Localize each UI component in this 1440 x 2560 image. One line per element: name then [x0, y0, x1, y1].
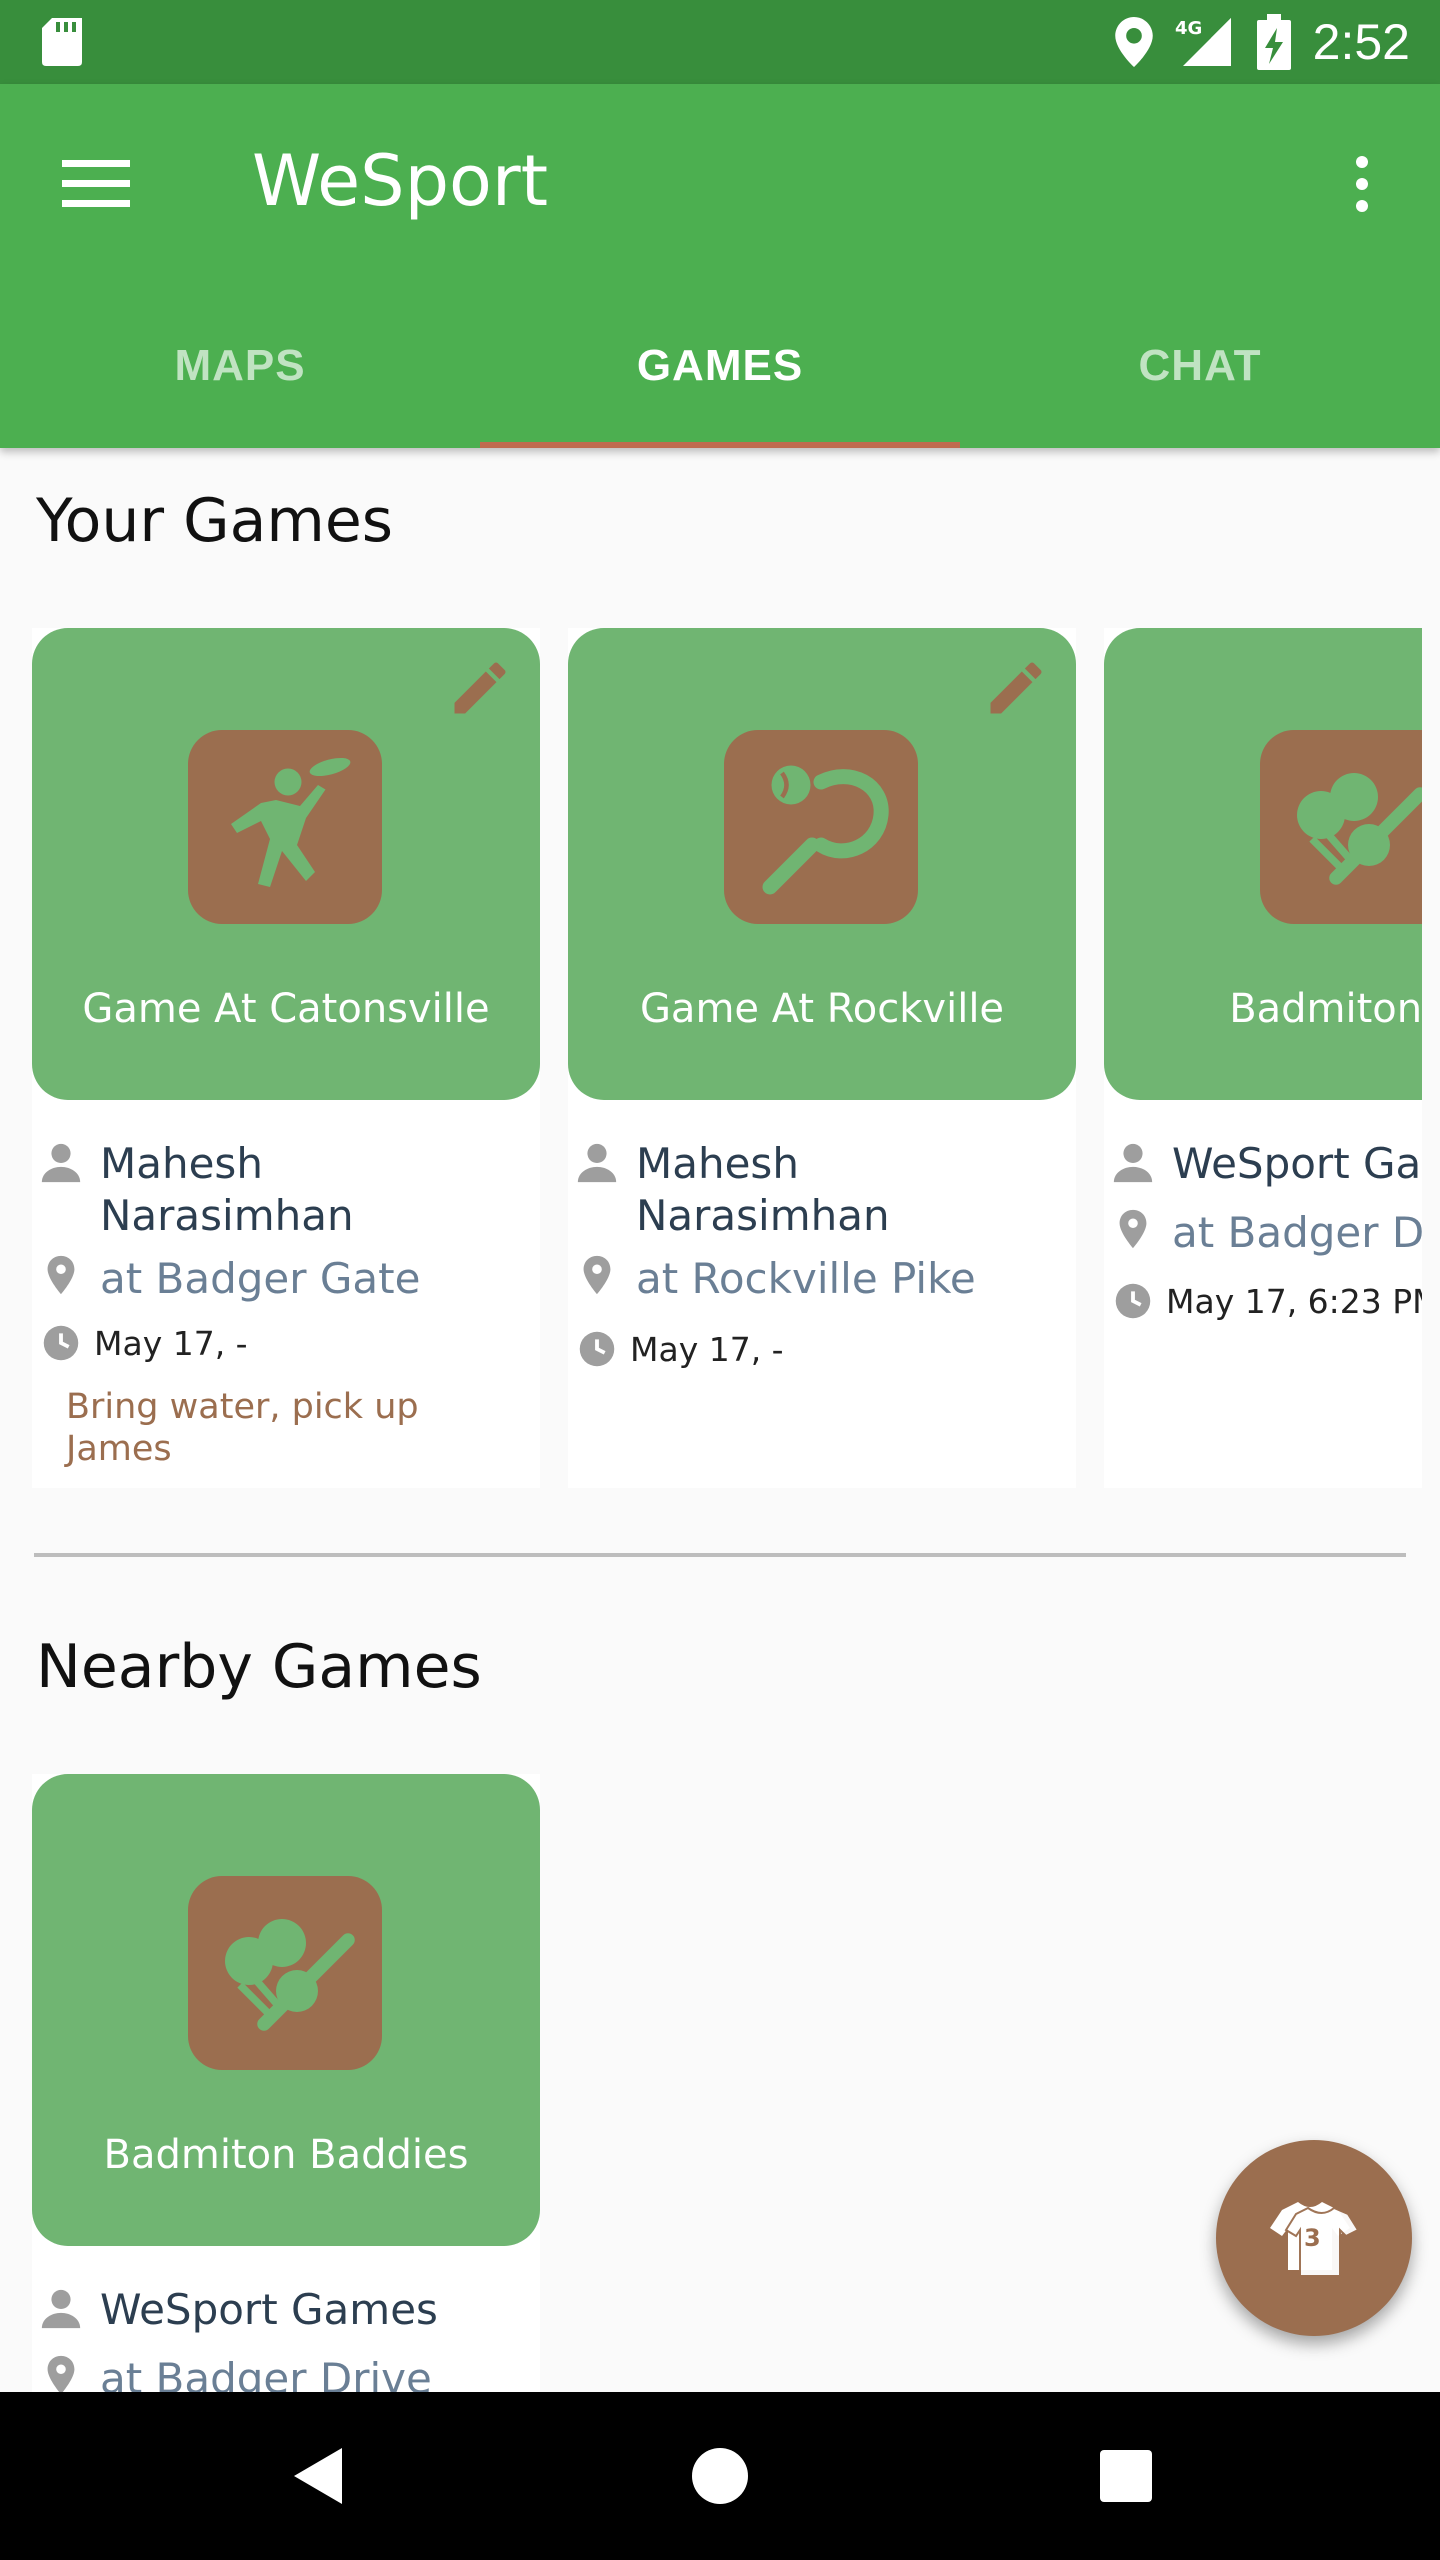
game-title: Badmiton Baddies: [103, 2132, 469, 2178]
game-location: at Badger D: [1172, 1208, 1422, 1257]
back-icon[interactable]: [280, 2436, 360, 2516]
recents-icon[interactable]: [1086, 2436, 1166, 2516]
section-divider: [34, 1553, 1406, 1557]
clock-icon: [579, 1331, 615, 1367]
game-location: at Rockville Pike: [636, 1254, 976, 1303]
status-time: 2:52: [1312, 14, 1410, 70]
game-location: at Badger Gate: [100, 1254, 421, 1303]
location-icon: [1119, 1209, 1147, 1249]
system-nav-bar: [0, 2392, 1440, 2560]
game-time: May 17, 6:23 PM: [1166, 1282, 1422, 1321]
tab-bar: MAPS GAMES CHAT: [0, 284, 1440, 448]
location-icon: [47, 2355, 75, 2392]
tab-chat[interactable]: CHAT: [960, 284, 1440, 448]
jersey-badge-count: 3: [1304, 2224, 1321, 2252]
game-location: at Badger Drive: [100, 2354, 432, 2392]
tennis-icon: [724, 730, 918, 924]
person-icon: [577, 1143, 617, 1183]
game-card-header[interactable]: Badmiton Baddies: [32, 1774, 540, 2246]
badminton-icon: [188, 1876, 382, 2070]
home-icon[interactable]: [680, 2436, 760, 2516]
game-title: Game At Rockville: [639, 986, 1005, 1032]
game-title: Badmiton Ba: [1229, 986, 1422, 1032]
game-time: May 17, -: [630, 1330, 784, 1369]
frisbee-icon: [188, 730, 382, 924]
game-time: May 17, -: [94, 1324, 248, 1363]
nearby-games-heading: Nearby Games: [36, 1632, 482, 1702]
game-owner: WeSport Games: [100, 2285, 438, 2334]
person-icon: [41, 1143, 81, 1183]
game-card[interactable]: Game At Rockville Mahesh Narasimhan at R…: [568, 628, 1076, 1488]
location-icon: [583, 1255, 611, 1295]
location-icon: [47, 1255, 75, 1295]
badminton-icon: [1260, 730, 1422, 924]
jersey-fab-button[interactable]: 3: [1216, 2140, 1412, 2336]
network-type-label: 4G: [1175, 18, 1202, 39]
status-bar: 4G 2:52: [0, 0, 1440, 84]
person-icon: [41, 2289, 81, 2329]
person-icon: [1113, 1143, 1153, 1183]
tab-maps[interactable]: MAPS: [0, 284, 480, 448]
game-owner: WeSport Ga: [1172, 1139, 1422, 1188]
signal-4g-icon: 4G: [1175, 18, 1231, 66]
game-card-header[interactable]: Badmiton Ba: [1104, 628, 1422, 1100]
clock-icon: [1115, 1283, 1151, 1319]
clock-icon: [43, 1325, 79, 1361]
game-card-header[interactable]: Game At Catonsville: [32, 628, 540, 1100]
your-games-heading: Your Games: [36, 486, 394, 556]
more-options-icon[interactable]: [1340, 154, 1384, 214]
app-title: WeSport: [252, 140, 549, 222]
location-status-icon: [1114, 17, 1153, 67]
game-owner: Mahesh Narasimhan: [636, 1139, 890, 1240]
game-note: Bring water, pick up James: [66, 1387, 419, 1469]
game-card[interactable]: Badmiton Ba WeSport Ga at Badger D May 1…: [1104, 628, 1422, 1488]
game-card-header[interactable]: Game At Rockville: [568, 628, 1076, 1100]
nearby-games-carousel[interactable]: Badmiton Baddies WeSport Games at Badger…: [0, 1774, 1440, 2392]
game-card[interactable]: Badmiton Baddies WeSport Games at Badger…: [32, 1774, 540, 2392]
jersey-icon: 3: [1270, 2202, 1360, 2277]
hamburger-menu-icon[interactable]: [62, 154, 134, 214]
your-games-carousel[interactable]: Game At Catonsville Mahesh Narasimhan at…: [0, 628, 1440, 1498]
edit-icon[interactable]: [446, 654, 514, 722]
game-card[interactable]: Game At Catonsville Mahesh Narasimhan at…: [32, 628, 540, 1488]
app-bar: WeSport MAPS GAMES CHAT: [0, 84, 1440, 448]
game-owner: Mahesh Narasimhan: [100, 1139, 354, 1240]
game-title: Game At Catonsville: [82, 986, 490, 1032]
battery-icon: [1256, 14, 1291, 70]
tab-games[interactable]: GAMES: [480, 284, 960, 448]
sd-card-icon: [42, 18, 82, 66]
edit-icon[interactable]: [982, 654, 1050, 722]
